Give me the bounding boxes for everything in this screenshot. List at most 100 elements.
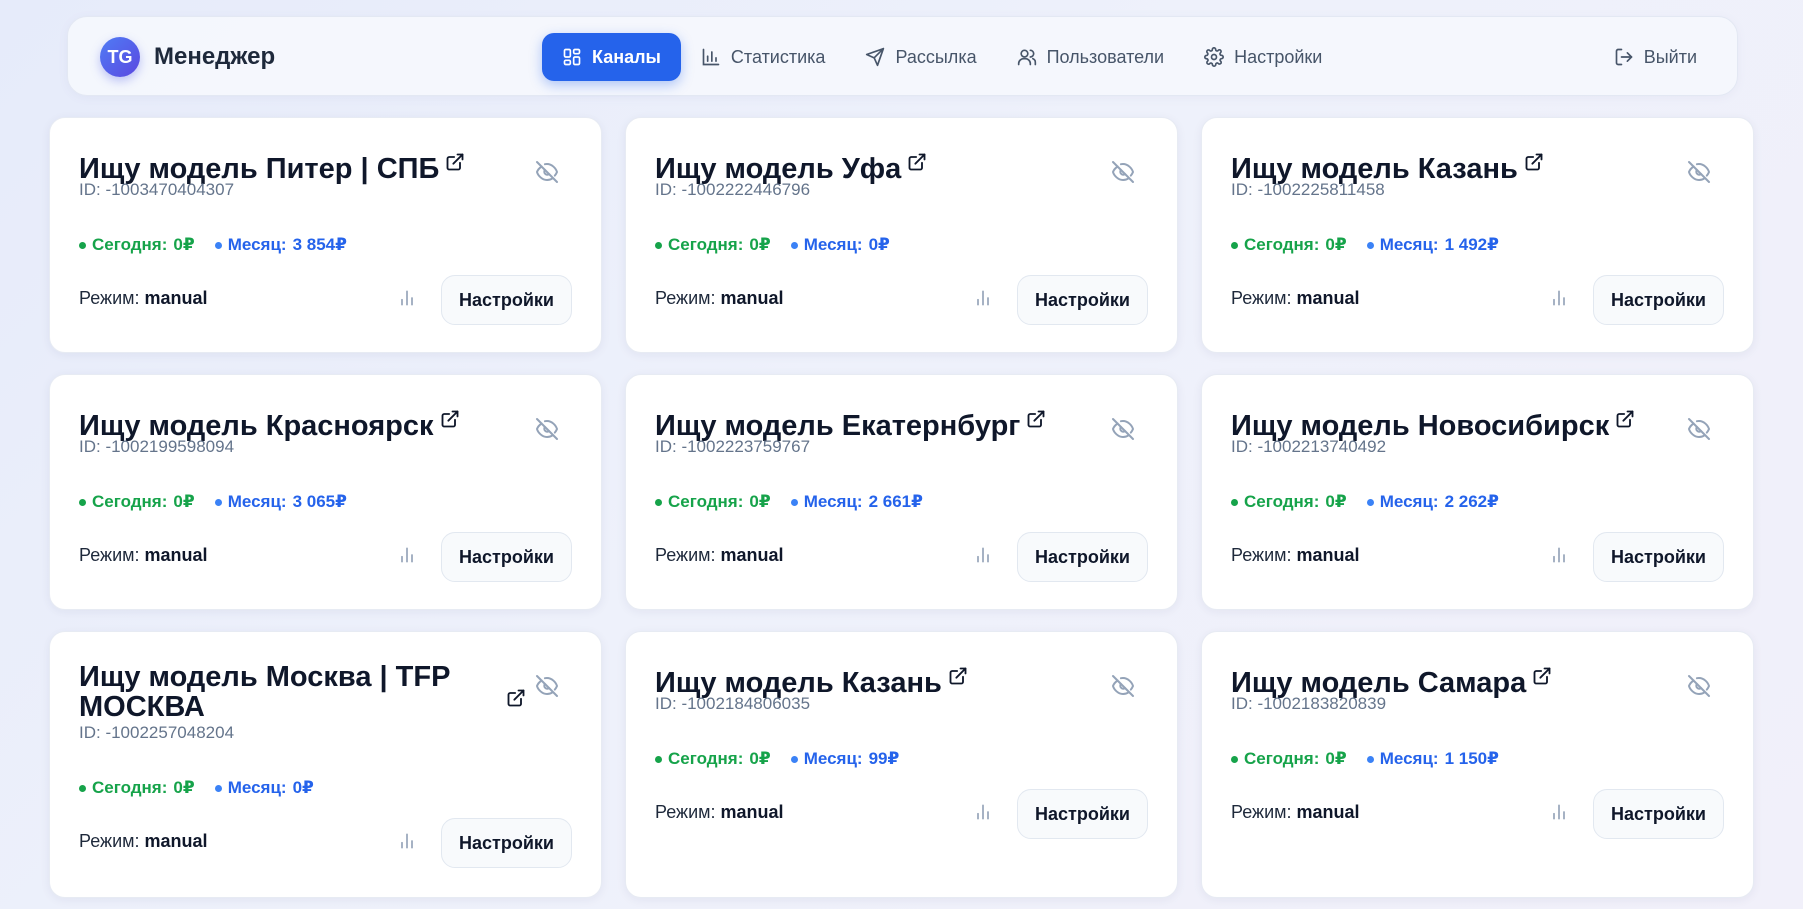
stat-today-value: 0₽ (749, 749, 771, 768)
eye-off-icon[interactable] (1111, 417, 1135, 441)
channel-id: ID: -1002223759767 (655, 437, 811, 456)
nav-item-settings[interactable]: Настройки (1184, 33, 1342, 81)
stat-today-label: Сегодня: (1244, 235, 1320, 254)
brand[interactable]: TG Менеджер (100, 37, 275, 77)
status-dot (655, 241, 662, 249)
chart-icon[interactable] (397, 288, 417, 308)
channel-stats: Сегодня: 0₽ Месяц: 3 065₽ (79, 492, 347, 512)
external-link-icon[interactable] (1615, 405, 1635, 428)
mode-label: Режим: (1231, 288, 1292, 308)
eye-off-icon[interactable] (1687, 417, 1711, 441)
stat-today: Сегодня: 0₽ (79, 778, 195, 798)
status-dot (1366, 498, 1374, 506)
channel-settings-button[interactable]: Настройки (1017, 789, 1148, 839)
nav-item-users[interactable]: Пользователи (997, 33, 1184, 81)
channel-stats: Сегодня: 0₽ Месяц: 1 150₽ (1231, 749, 1499, 769)
channel-settings-button[interactable]: Настройки (1017, 275, 1148, 325)
chart-icon[interactable] (1549, 545, 1569, 565)
eye-off-icon[interactable] (535, 674, 559, 698)
stat-today: Сегодня: 0₽ (655, 749, 771, 769)
stat-today-label: Сегодня: (668, 749, 744, 768)
stat-today: Сегодня: 0₽ (1231, 749, 1347, 769)
status-dot (1366, 241, 1374, 249)
external-link-icon[interactable] (1532, 662, 1552, 685)
stat-today-value: 0₽ (1325, 235, 1347, 254)
eye-off-icon[interactable] (535, 160, 559, 184)
channel-settings-button[interactable]: Настройки (1593, 532, 1724, 582)
external-link-icon[interactable] (440, 405, 460, 428)
status-dot (79, 498, 86, 506)
channel-card: Ищу модель Уфа ID: -1002222446796 Сегодн… (625, 117, 1178, 353)
external-link-icon[interactable] (948, 662, 968, 685)
stat-today-value: 0₽ (1325, 749, 1347, 768)
mode-label: Режим: (79, 545, 140, 565)
nav-item-channels[interactable]: Каналы (542, 33, 681, 81)
channel-mode: Режим: manual (1231, 802, 1360, 823)
stat-today: Сегодня: 0₽ (79, 235, 195, 255)
logout-icon (1615, 48, 1633, 66)
mode-value: manual (144, 288, 208, 308)
channel-id: ID: -1002184806035 (655, 694, 811, 713)
nav-item-mailing[interactable]: Рассылка (845, 33, 996, 81)
stat-month-label: Месяц: (1379, 235, 1439, 254)
mode-value: manual (1296, 802, 1360, 822)
stat-month-label: Месяц: (227, 235, 287, 254)
channel-settings-button[interactable]: Настройки (1017, 532, 1148, 582)
mode-value: manual (1296, 545, 1360, 565)
stat-month: Месяц: 3 854₽ (214, 235, 347, 255)
channel-settings-button[interactable]: Настройки (441, 532, 572, 582)
eye-off-icon[interactable] (535, 417, 559, 441)
stat-month: Месяц: 3 065₽ (214, 492, 347, 512)
chart-icon[interactable] (397, 545, 417, 565)
chart-icon[interactable] (973, 545, 993, 565)
mode-label: Режим: (1231, 545, 1292, 565)
stat-month-label: Месяц: (1379, 492, 1439, 511)
stat-month-label: Месяц: (803, 492, 863, 511)
stat-month: Месяц: 1 492₽ (1366, 235, 1499, 255)
nav-item-statistics[interactable]: Статистика (681, 33, 846, 81)
external-link-icon[interactable] (907, 148, 927, 171)
eye-off-icon[interactable] (1111, 160, 1135, 184)
eye-off-icon[interactable] (1111, 674, 1135, 698)
stat-month-label: Месяц: (803, 749, 863, 768)
stat-today: Сегодня: 0₽ (655, 235, 771, 255)
chart-icon[interactable] (1549, 802, 1569, 822)
channel-stats: Сегодня: 0₽ Месяц: 0₽ (655, 235, 890, 255)
stat-today-label: Сегодня: (1244, 492, 1320, 511)
external-link-icon[interactable] (445, 148, 465, 171)
channel-card: Ищу модель Новосибирск ID: -100221374049… (1201, 374, 1754, 610)
channel-stats: Сегодня: 0₽ Месяц: 2 661₽ (655, 492, 923, 512)
stat-today: Сегодня: 0₽ (655, 492, 771, 512)
users-icon (1017, 49, 1036, 66)
gear-icon (1204, 47, 1224, 67)
logout-button[interactable]: Выйти (1614, 33, 1697, 81)
stat-month-value: 2 262₽ (1444, 492, 1499, 511)
chart-icon[interactable] (1549, 288, 1569, 308)
status-dot (214, 784, 222, 792)
channel-mode: Режим: manual (655, 545, 784, 566)
stat-today-label: Сегодня: (92, 235, 168, 254)
channel-id: ID: -1002213740492 (1231, 437, 1387, 456)
eye-off-icon[interactable] (1687, 674, 1711, 698)
chart-icon[interactable] (397, 831, 417, 851)
stat-month-label: Месяц: (803, 235, 863, 254)
eye-off-icon[interactable] (1687, 160, 1711, 184)
channel-settings-button[interactable]: Настройки (1593, 789, 1724, 839)
stat-today: Сегодня: 0₽ (1231, 235, 1347, 255)
status-dot (790, 498, 798, 506)
stat-today-label: Сегодня: (668, 492, 744, 511)
channel-settings-button[interactable]: Настройки (1593, 275, 1724, 325)
chart-icon[interactable] (973, 288, 993, 308)
stat-today-label: Сегодня: (1244, 749, 1320, 768)
status-dot (1231, 498, 1238, 506)
channel-title: Ищу модель Казань (1231, 148, 1544, 184)
chart-icon[interactable] (973, 802, 993, 822)
external-link-icon[interactable] (506, 688, 526, 708)
nav-label: Рассылка (895, 46, 977, 67)
channel-settings-button[interactable]: Настройки (441, 818, 572, 868)
external-link-icon[interactable] (1524, 148, 1544, 171)
external-link-icon[interactable] (1026, 405, 1046, 428)
channel-settings-button[interactable]: Настройки (441, 275, 572, 325)
stat-month-value: 1 492₽ (1444, 235, 1499, 254)
stat-today-label: Сегодня: (92, 778, 168, 797)
